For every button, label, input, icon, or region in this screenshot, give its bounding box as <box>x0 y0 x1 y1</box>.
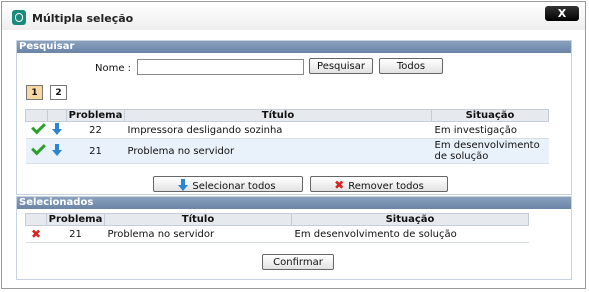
row-move-cell[interactable] <box>47 121 67 139</box>
remove-x-icon: ✖ <box>334 178 345 192</box>
row-problema: 21 <box>46 225 105 243</box>
situacao-line-1: Em desenvolvimento <box>434 140 540 151</box>
selected-panel: Selecionados Problema Título Situação ✖ … <box>16 196 572 280</box>
row-problema: 21 <box>66 138 125 164</box>
row-select-cell[interactable] <box>25 138 48 164</box>
table-row[interactable]: 21 Problema no servidor Em desenvolvimen… <box>25 138 549 164</box>
down-arrow-icon <box>178 179 189 191</box>
row-situacao: Em desenvolvimento de solução <box>431 138 549 164</box>
close-button[interactable]: X <box>545 6 579 21</box>
row-titulo: Problema no servidor <box>104 225 292 243</box>
select-all-button[interactable]: Selecionar todos <box>153 176 303 192</box>
header-titulo: Título <box>104 213 292 226</box>
selected-section-title: Selecionados <box>17 197 571 209</box>
row-remove-cell[interactable]: ✖ <box>25 225 47 243</box>
titlebar: Múltipla seleção X <box>2 2 585 30</box>
situacao-line-2: de solução <box>434 151 489 162</box>
down-arrow-icon[interactable] <box>52 122 62 135</box>
row-select-cell[interactable] <box>25 119 48 139</box>
check-icon[interactable] <box>30 140 46 156</box>
search-button[interactable]: Pesquisar <box>309 58 373 74</box>
confirm-button[interactable]: Confirmar <box>262 254 334 270</box>
header-remove-col <box>25 213 47 226</box>
search-section-title: Pesquisar <box>17 41 571 53</box>
row-move-cell[interactable] <box>47 138 67 164</box>
row-problema: 22 <box>66 121 125 139</box>
header-situacao: Situação <box>431 109 549 122</box>
remove-x-icon[interactable]: ✖ <box>31 227 41 241</box>
header-situacao: Situação <box>291 213 529 226</box>
header-titulo: Título <box>124 109 432 122</box>
window-title: Múltipla seleção <box>32 12 134 25</box>
results-table: Problema Título Situação 22 Impressora d… <box>25 109 549 164</box>
selected-table: Problema Título Situação ✖ 21 Problema n… <box>25 213 529 243</box>
row-titulo: Impressora desligando sozinha <box>124 121 432 139</box>
select-all-label: Selecionar todos <box>192 181 276 192</box>
table-row[interactable]: 22 Impressora desligando sozinha Em inve… <box>25 119 549 139</box>
row-situacao: Em desenvolvimento de solução <box>291 225 529 243</box>
name-input[interactable] <box>137 59 304 75</box>
page-1-button[interactable]: 1 <box>26 85 43 100</box>
app-logo-icon <box>12 10 26 25</box>
header-move-col <box>47 109 67 122</box>
header-select-col <box>25 109 48 122</box>
name-label: Nome : <box>95 63 132 74</box>
table-row[interactable]: ✖ 21 Problema no servidor Em desenvolvim… <box>25 225 529 243</box>
selected-header-row: Problema Título Situação <box>25 213 529 226</box>
down-arrow-icon[interactable] <box>52 143 62 156</box>
all-button[interactable]: Todos <box>379 58 443 74</box>
search-panel: Pesquisar Nome : Pesquisar Todos 1 2 Pro… <box>16 40 572 195</box>
remove-all-label: Remover todos <box>348 181 424 192</box>
header-problema: Problema <box>66 109 125 122</box>
results-header-row: Problema Título Situação <box>25 109 549 122</box>
multi-select-dialog: Múltipla seleção X Pesquisar Nome : Pesq… <box>1 1 586 289</box>
page-2-button[interactable]: 2 <box>50 85 67 100</box>
row-situacao: Em investigação <box>431 121 549 139</box>
remove-all-button[interactable]: ✖ Remover todos <box>310 176 448 192</box>
row-titulo: Problema no servidor <box>124 138 432 164</box>
header-problema: Problema <box>46 213 105 226</box>
check-icon[interactable] <box>30 119 46 135</box>
